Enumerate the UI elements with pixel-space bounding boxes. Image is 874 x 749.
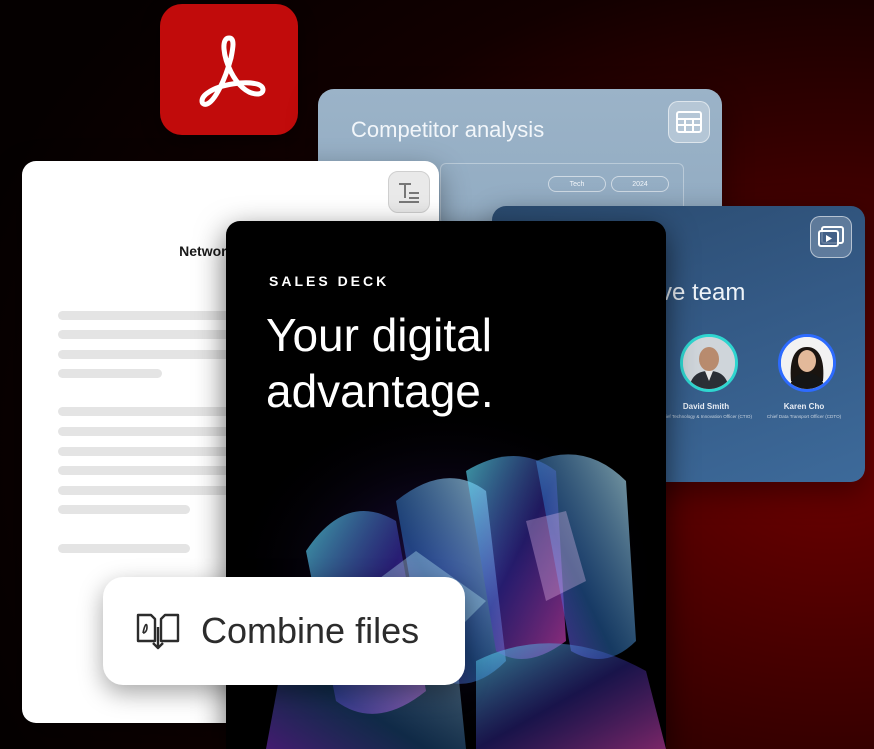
text-placeholder-line	[58, 330, 238, 339]
avatar-david-smith	[680, 334, 738, 392]
text-placeholder-line	[58, 486, 238, 495]
combine-files-icon	[136, 613, 180, 650]
table-icon[interactable]	[668, 101, 710, 143]
text-placeholder-line	[58, 407, 238, 416]
text-format-icon[interactable]	[388, 171, 430, 213]
team-title: ve team	[660, 279, 746, 306]
tag-pill-year: 2024	[611, 176, 669, 192]
text-placeholder-line	[58, 466, 238, 475]
acrobat-logo-icon	[199, 35, 266, 107]
combine-files-label: Combine files	[201, 610, 420, 651]
text-placeholder-line	[58, 427, 238, 436]
sales-deck-headline: Your digital advantage.	[266, 307, 646, 419]
sales-headline-line2: advantage.	[266, 365, 494, 417]
competitor-analysis-title: Competitor analysis	[351, 117, 545, 142]
text-placeholder-line	[58, 311, 238, 320]
person-name-david-smith: David Smith	[682, 402, 730, 411]
text-placeholder-line	[58, 505, 190, 514]
presentation-icon[interactable]	[810, 216, 852, 258]
text-placeholder-line	[58, 350, 238, 359]
combine-files-button[interactable]: Combine files	[103, 577, 465, 685]
avatar-karen-cho	[778, 334, 836, 392]
text-placeholder-line	[58, 544, 190, 553]
person-role-david-smith: Chief Technology & Innovation Officer (C…	[659, 414, 752, 419]
text-placeholder-line	[58, 369, 162, 378]
text-placeholder-line	[58, 447, 238, 456]
sales-headline-line1: Your digital	[266, 309, 492, 361]
sales-deck-label: SALES DECK	[269, 273, 390, 289]
person-role-karen-cho: Chief Data Transport Officer (CDTO)	[766, 414, 842, 419]
acrobat-app-icon[interactable]	[160, 4, 298, 135]
tag-pill-tech: Tech	[548, 176, 606, 192]
person-name-karen-cho: Karen Cho	[783, 402, 825, 411]
